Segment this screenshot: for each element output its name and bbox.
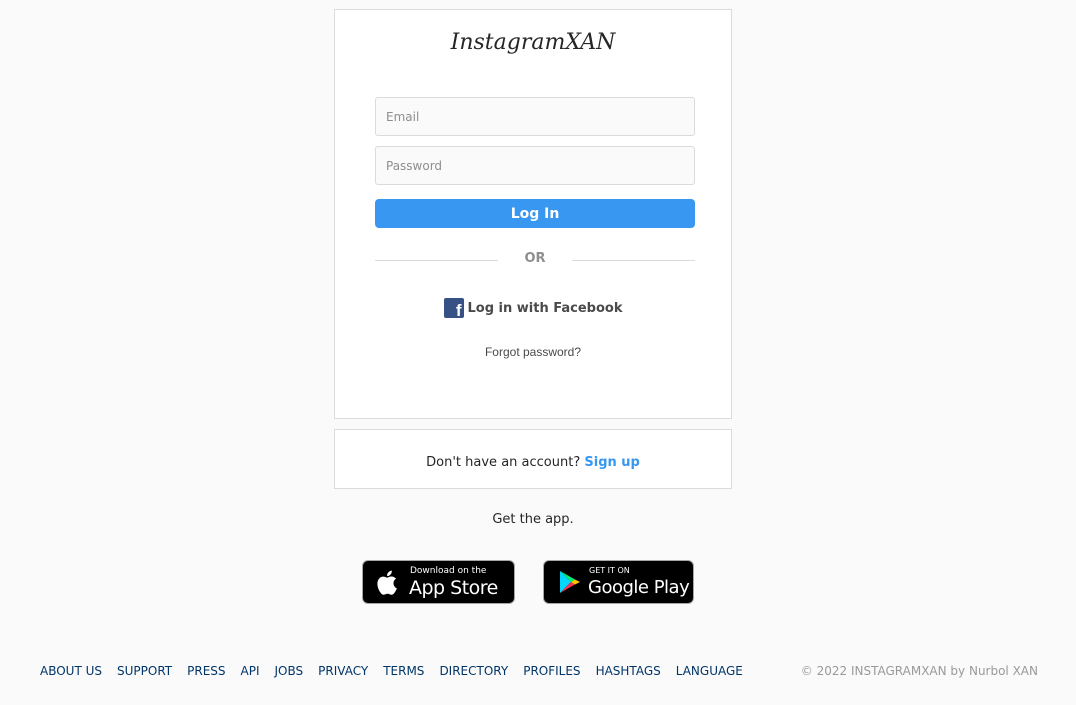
signup-link[interactable]: Sign up bbox=[584, 455, 639, 470]
footer-link-language[interactable]: LANGUAGE bbox=[676, 664, 743, 678]
footer-link-press[interactable]: PRESS bbox=[187, 664, 225, 678]
footer-link-api[interactable]: API bbox=[241, 664, 260, 678]
facebook-login-label: Log in with Facebook bbox=[467, 300, 623, 316]
signup-prompt: Don't have an account? bbox=[426, 455, 581, 470]
signup-card: Don't have an account? Sign up bbox=[334, 429, 732, 489]
footer-link-directory[interactable]: DIRECTORY bbox=[439, 664, 508, 678]
footer-link-jobs[interactable]: JOBS bbox=[275, 664, 304, 678]
google-play-small-text: GET IT ON bbox=[589, 566, 630, 575]
password-field[interactable] bbox=[375, 146, 695, 185]
or-text: OR bbox=[524, 251, 546, 266]
footer-nav: ABOUT US SUPPORT PRESS API JOBS PRIVACY … bbox=[40, 664, 758, 678]
app-store-small-text: Download on the bbox=[410, 566, 487, 576]
apple-icon bbox=[377, 570, 397, 595]
facebook-icon: f bbox=[443, 298, 464, 318]
footer-link-about-us[interactable]: ABOUT US bbox=[40, 664, 102, 678]
footer-link-privacy[interactable]: PRIVACY bbox=[318, 664, 368, 678]
signup-prompt-row: Don't have an account? Sign up bbox=[335, 455, 731, 470]
brand-logo: InstagramXAN bbox=[450, 30, 616, 55]
google-play-badge[interactable]: GET IT ON Google Play bbox=[543, 560, 694, 604]
footer-link-terms[interactable]: TERMS bbox=[383, 664, 424, 678]
copyright-text: © 2022 INSTAGRAMXAN by Nurbol XAN bbox=[800, 664, 1038, 678]
get-app-label: Get the app. bbox=[492, 512, 574, 527]
footer-link-hashtags[interactable]: HASHTAGS bbox=[596, 664, 661, 678]
facebook-login-link[interactable]: f Log in with Facebook bbox=[335, 298, 731, 318]
app-store-big-text: App Store bbox=[409, 577, 498, 599]
footer-link-support[interactable]: SUPPORT bbox=[117, 664, 172, 678]
login-button[interactable]: Log In bbox=[375, 199, 695, 228]
app-store-badge[interactable]: Download on the App Store bbox=[362, 560, 515, 604]
email-field[interactable] bbox=[375, 97, 695, 136]
divider-line-right bbox=[572, 260, 695, 261]
footer-link-profiles[interactable]: PROFILES bbox=[523, 664, 580, 678]
google-play-icon bbox=[560, 571, 580, 593]
google-play-big-text: Google Play bbox=[588, 577, 690, 598]
or-divider: OR bbox=[375, 250, 695, 270]
forgot-password-link[interactable]: Forgot password? bbox=[335, 345, 731, 359]
login-card: InstagramXAN Log In OR f Log in with Fac… bbox=[334, 9, 732, 419]
